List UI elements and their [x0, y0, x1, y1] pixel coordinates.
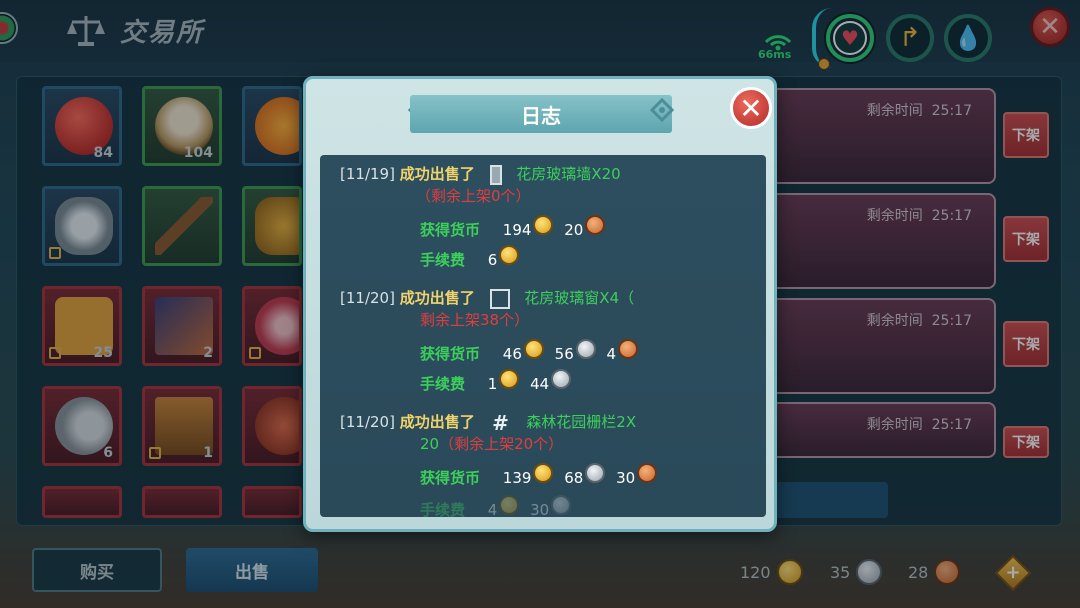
copper-coin-icon	[618, 339, 639, 359]
gold-coin-icon	[499, 495, 520, 515]
entry-quantity: 20	[420, 435, 440, 453]
income-gold: 139	[502, 469, 532, 487]
income-silver: 68	[564, 469, 584, 487]
fence-icon: #	[492, 410, 509, 435]
income-copper: 20	[564, 221, 584, 239]
income-gold: 194	[502, 221, 532, 239]
entry-item: 花房玻璃窗X4（	[524, 289, 635, 307]
copper-coin-icon	[585, 215, 606, 235]
log-entry: [11/19] 成功出售了 花房玻璃墙X20	[340, 163, 621, 185]
fee-gold: 1	[487, 375, 498, 393]
fee-line: 手续费 1 44	[420, 369, 572, 396]
entry-date: [11/19]	[340, 165, 395, 183]
header-ornament-right-icon	[649, 97, 675, 123]
gold-coin-icon	[499, 245, 520, 265]
silver-coin-icon	[551, 369, 572, 389]
entry-action: 成功出售了	[399, 289, 475, 307]
log-entry-remain: 剩余上架38个）	[420, 309, 529, 331]
income-line: 获得货币 139 68 30	[420, 463, 658, 490]
gold-coin-icon	[499, 369, 520, 389]
log-close-button[interactable]: ✕	[730, 87, 772, 129]
income-silver: 56	[554, 345, 574, 363]
log-entry: [11/20] 成功出售了 # 森林花园栅栏2X	[340, 411, 636, 433]
gold-coin-icon	[523, 339, 544, 359]
entry-action: 成功出售了	[399, 165, 475, 183]
entry-date: [11/20]	[340, 289, 395, 307]
income-label: 获得货币	[420, 469, 481, 487]
silver-coin-icon	[575, 339, 596, 359]
fee-gold: 4	[487, 501, 498, 517]
entry-remain: 剩余上架38个）	[420, 311, 530, 329]
log-title: 日志	[410, 95, 672, 133]
income-line: 获得货币 194 20	[420, 215, 606, 242]
entry-action: 成功出售了	[399, 413, 475, 431]
glass-window-icon	[489, 288, 510, 309]
log-entry: [11/20] 成功出售了 花房玻璃窗X4（	[340, 287, 634, 309]
income-copper: 4	[606, 345, 617, 363]
income-copper: 30	[616, 469, 636, 487]
fee-label: 手续费	[420, 375, 466, 393]
fee-line: 手续费 4 30	[420, 495, 572, 517]
entry-item: 花房玻璃墙X20	[516, 165, 621, 183]
entry-item: 森林花园栅栏2X	[526, 413, 637, 431]
income-label: 获得货币	[420, 345, 481, 363]
copper-coin-icon	[637, 463, 658, 483]
fee-line: 手续费 6	[420, 245, 520, 272]
entry-remain: （剩余上架0个）	[416, 187, 531, 205]
income-label: 获得货币	[420, 221, 481, 239]
fee-label: 手续费	[420, 501, 466, 517]
silver-coin-icon	[551, 495, 572, 515]
income-gold: 46	[502, 345, 522, 363]
fee-silver: 30	[530, 501, 550, 517]
fee-label: 手续费	[420, 251, 466, 269]
log-entry-remain: （剩余上架0个）	[416, 185, 531, 207]
gold-coin-icon	[533, 463, 554, 483]
gold-coin-icon	[533, 215, 554, 235]
log-dialog: 日志 ✕ [11/19] 成功出售了 花房玻璃墙X20 （剩余上架0个） 获得货…	[303, 76, 777, 532]
income-line: 获得货币 46 56 4	[420, 339, 639, 366]
log-entry-remain: 20（剩余上架20个）	[420, 433, 563, 455]
fee-gold: 6	[487, 251, 498, 269]
silver-coin-icon	[585, 463, 606, 483]
fee-silver: 44	[530, 375, 550, 393]
entry-remain: （剩余上架20个）	[439, 435, 564, 453]
glass-wall-icon	[489, 164, 502, 185]
entry-date: [11/20]	[340, 413, 395, 431]
log-list[interactable]: [11/19] 成功出售了 花房玻璃墙X20 （剩余上架0个） 获得货币 194…	[320, 155, 766, 517]
